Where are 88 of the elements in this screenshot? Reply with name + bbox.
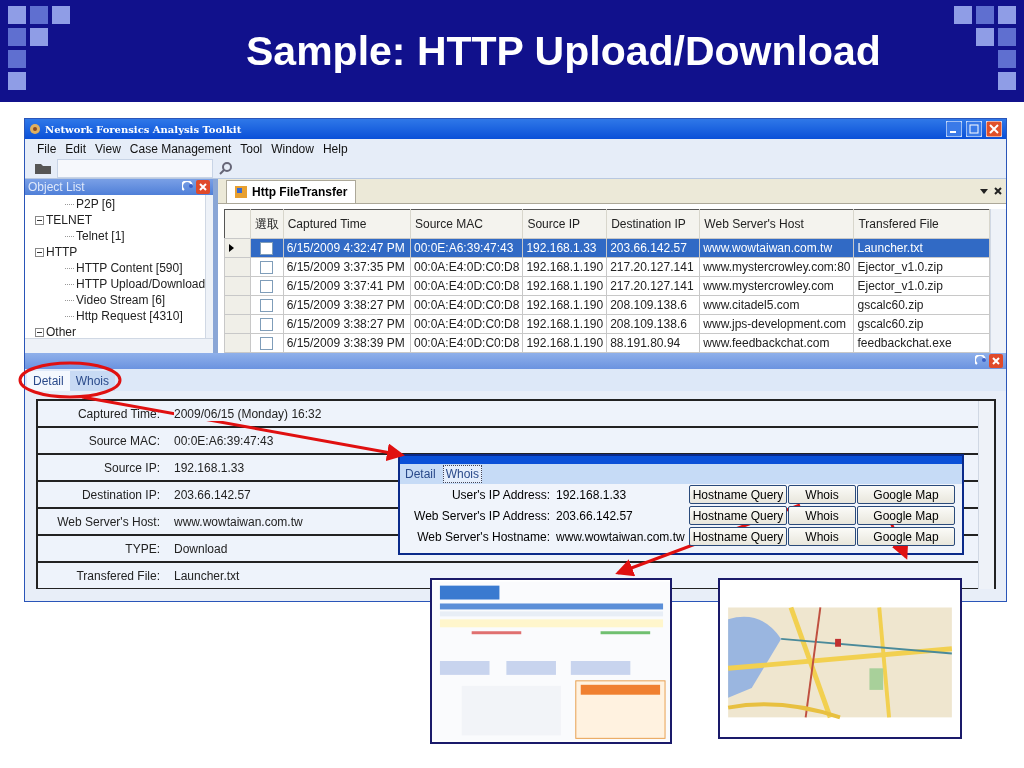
search-icon[interactable] xyxy=(219,161,233,175)
minimize-icon[interactable] xyxy=(946,121,962,137)
query-button[interactable]: Whois xyxy=(788,506,856,525)
collapse-icon[interactable] xyxy=(35,327,44,337)
field-value: 192.168.1.33 xyxy=(174,460,245,475)
field-label: User's IP Address: xyxy=(450,487,551,502)
app-icon xyxy=(29,123,41,135)
field-label: Web Server's Hostname: xyxy=(416,529,551,544)
field-value: Download xyxy=(174,541,228,556)
table-cell: Launcher.txt xyxy=(854,238,990,258)
tab[interactable]: Whois xyxy=(442,465,483,483)
field-value: Launcher.txt xyxy=(174,568,240,583)
field-value: 192.168.1.33 xyxy=(556,487,628,502)
field-label: Source IP: xyxy=(102,460,161,475)
checkbox[interactable] xyxy=(260,298,274,312)
query-button[interactable]: Hostname Query xyxy=(689,506,787,525)
field-label: Web Server's IP Address: xyxy=(413,508,551,523)
slide-title: Sample: HTTP Upload/Download xyxy=(245,27,882,75)
query-button[interactable]: Google Map xyxy=(857,485,955,504)
collapse-icon[interactable] xyxy=(35,247,44,257)
query-button[interactable]: Google Map xyxy=(857,506,955,525)
checkbox[interactable] xyxy=(260,241,274,255)
column-header[interactable]: Source IP xyxy=(522,209,607,239)
table-cell: 192.168.1.33 xyxy=(522,238,607,258)
folder-icon[interactable] xyxy=(35,162,51,174)
panel-title: Object List xyxy=(28,180,86,194)
menu-item[interactable]: Tool xyxy=(240,141,263,156)
tree-item[interactable]: HTTP Content [590] xyxy=(76,261,183,275)
scrollbar[interactable] xyxy=(990,209,1006,353)
query-button[interactable]: Whois xyxy=(788,527,856,546)
maximize-icon[interactable] xyxy=(966,121,982,137)
query-button[interactable]: Whois xyxy=(788,485,856,504)
menu-item[interactable]: Help xyxy=(322,141,348,156)
checkbox[interactable] xyxy=(260,279,274,293)
field-value: 203.66.142.57 xyxy=(174,487,251,502)
column-header[interactable]: 選取 xyxy=(250,209,284,239)
tree-item[interactable]: Other xyxy=(46,325,76,338)
caret-icon[interactable] xyxy=(980,187,988,195)
menu-item[interactable]: View xyxy=(95,141,121,156)
tree-item[interactable]: Http Request [4310] xyxy=(76,309,183,323)
tree-item[interactable]: P2P [6] xyxy=(76,197,116,211)
menu-item[interactable]: Edit xyxy=(65,141,87,156)
field-value: 203.66.142.57 xyxy=(556,508,634,523)
table-cell: www.wowtaiwan.com.tw xyxy=(699,238,854,258)
menu-item[interactable]: Case Management xyxy=(129,141,232,156)
field-value: 2009/06/15 (Monday) 16:32 xyxy=(174,406,322,421)
checkbox[interactable] xyxy=(260,336,274,350)
document-tab[interactable]: Http FileTransfer xyxy=(226,180,357,203)
scrollbar[interactable] xyxy=(25,338,213,353)
table-cell: 00:0E:A6:39:47:43 xyxy=(410,238,523,258)
scrollbar[interactable] xyxy=(205,195,213,338)
search-field[interactable] xyxy=(57,158,213,178)
field-label: Destination IP: xyxy=(80,487,161,502)
tree-item[interactable]: Video Stream [6] xyxy=(76,293,166,307)
collapse-icon[interactable] xyxy=(35,215,44,225)
query-button[interactable]: Hostname Query xyxy=(689,527,787,546)
table-cell: 203.66.142.57 xyxy=(606,238,700,258)
column-header[interactable]: Transfered File xyxy=(854,209,990,239)
tree-item[interactable]: HTTP Upload/Download xyxy=(76,277,206,291)
query-button[interactable]: Hostname Query xyxy=(689,485,787,504)
tab[interactable]: Detail xyxy=(402,465,439,483)
query-button[interactable]: Google Map xyxy=(857,527,955,546)
column-header[interactable]: Source MAC xyxy=(410,209,523,239)
field-value: 00:0E:A6:39:47:43 xyxy=(174,433,274,448)
column-header[interactable]: Web Server's Host xyxy=(699,209,854,239)
checkbox[interactable] xyxy=(260,317,274,331)
close-icon[interactable] xyxy=(994,187,1002,195)
field-value: www.wowtaiwan.com.tw xyxy=(174,514,303,529)
menu-item[interactable]: Window xyxy=(271,141,314,156)
table-cell: 6/15/2009 4:32:47 PM xyxy=(283,238,411,258)
tab[interactable]: Detail xyxy=(27,371,70,391)
menu-item[interactable]: File xyxy=(37,141,57,156)
column-header[interactable]: Captured Time xyxy=(283,209,411,239)
table-icon xyxy=(235,186,247,198)
field-label: Transfered File: xyxy=(75,568,161,583)
tree-item[interactable]: TELNET xyxy=(46,213,92,227)
field-label: TYPE: xyxy=(124,541,161,556)
tree-item[interactable]: HTTP xyxy=(46,245,78,259)
field-value: www.wowtaiwan.com.tw xyxy=(556,529,686,544)
field-label: Web Server's Host: xyxy=(56,514,161,529)
column-header[interactable]: Destination IP xyxy=(606,209,700,239)
checkbox[interactable] xyxy=(260,260,274,274)
tree-item[interactable]: Telnet [1] xyxy=(76,229,125,243)
row-pointer-icon xyxy=(229,243,234,252)
window-title: Network Forensics Analysis Toolkit xyxy=(45,123,243,135)
field-label: Source MAC: xyxy=(87,433,161,448)
field-label: Captured Time: xyxy=(76,406,161,421)
tab[interactable]: Whois xyxy=(69,371,116,391)
